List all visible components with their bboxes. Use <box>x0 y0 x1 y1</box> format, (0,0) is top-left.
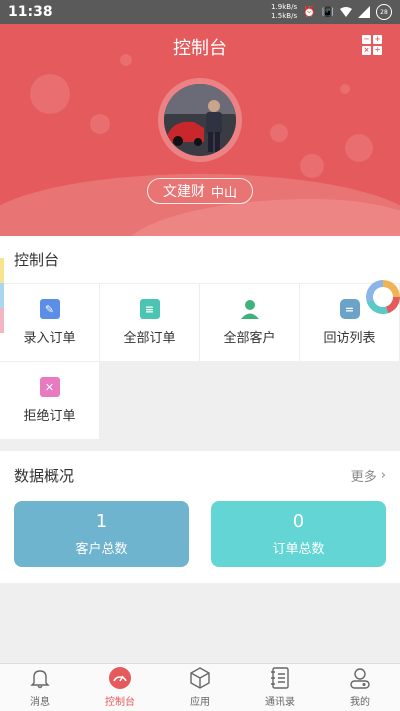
status-time: 11:38 <box>8 4 53 20</box>
decor-bubble <box>340 84 350 94</box>
overview-title: 数据概况 <box>14 466 75 485</box>
profile-header: 控制台 − + × ÷ 文建财 中山 <box>0 24 400 236</box>
calculator-icon[interactable]: − + × ÷ <box>362 35 382 55</box>
dashboard-gauge-icon <box>109 667 131 689</box>
chat-bubble-icon: = <box>339 299 360 319</box>
side-color-tabs <box>0 258 4 333</box>
user-icon <box>350 668 370 689</box>
clipboard-list-icon: ≡ <box>139 299 160 319</box>
avatar[interactable] <box>164 84 236 156</box>
customer-total-card[interactable]: 1 客户总数 <box>14 501 189 567</box>
tab-profile[interactable]: 我的 <box>320 664 400 711</box>
user-city: 中山 <box>210 185 237 201</box>
decor-bubble <box>300 154 324 178</box>
tab-messages[interactable]: 消息 <box>0 664 80 711</box>
chevron-right-icon: › <box>380 467 386 483</box>
address-book-icon <box>271 667 289 689</box>
wifi-icon <box>340 7 352 17</box>
user-name: 文建财 <box>162 184 205 200</box>
alarm-icon: ⏰ <box>303 6 316 18</box>
floating-pie-chart-icon[interactable] <box>366 280 400 314</box>
tab-apps[interactable]: 应用 <box>160 664 240 711</box>
tab-contacts[interactable]: 通讯录 <box>240 664 320 711</box>
grid-item-rejected-orders[interactable]: ✕ 拒绝订单 <box>0 362 100 440</box>
decor-bubble <box>30 74 70 114</box>
decor-bubble <box>90 114 110 134</box>
bottom-navigation: 消息 控制台 应用 通讯录 我的 <box>0 663 400 711</box>
edit-order-icon: ✎ <box>39 299 60 319</box>
more-link[interactable]: 更多 › <box>351 466 386 485</box>
tab-dashboard[interactable]: 控制台 <box>80 664 160 711</box>
grid-item-add-order[interactable]: ✎ 录入订单 <box>0 284 100 362</box>
avatar-photo <box>164 84 236 156</box>
avatar-ring <box>158 78 242 162</box>
decor-bubble <box>345 134 373 162</box>
page-title: 控制台 <box>173 38 227 59</box>
user-info-pill[interactable]: 文建财 中山 <box>147 178 253 204</box>
vibrate-icon: 📳 <box>321 6 334 18</box>
dashboard-grid: ✎ 录入订单 ≡ 全部订单 全部客户 = 回访列表 ✕ 拒绝订单 <box>0 284 400 440</box>
order-total-card[interactable]: 0 订单总数 <box>211 501 386 567</box>
data-overview-section: 数据概况 更多 › 1 客户总数 0 订单总数 <box>0 451 400 583</box>
reject-order-icon: ✕ <box>39 377 60 397</box>
cube-icon <box>190 667 210 689</box>
battery-icon: 28 <box>376 4 392 20</box>
status-bar: 11:38 1.9kB/s 1.5kB/s ⏰ 📳 28 <box>0 0 400 24</box>
dashboard-section-title: 控制台 <box>0 236 400 284</box>
grid-item-all-orders[interactable]: ≡ 全部订单 <box>100 284 200 362</box>
dashboard-panel: 控制台 ✎ 录入订单 ≡ 全部订单 全部客户 = 回访列表 ✕ 拒绝订单 <box>0 236 400 440</box>
bell-icon <box>30 670 50 689</box>
signal-icon <box>358 6 370 18</box>
customer-icon <box>240 299 260 319</box>
network-speed: 1.9kB/s 1.5kB/s <box>271 3 298 20</box>
grid-item-all-customers[interactable]: 全部客户 <box>200 284 300 362</box>
decor-bubble <box>270 124 288 142</box>
